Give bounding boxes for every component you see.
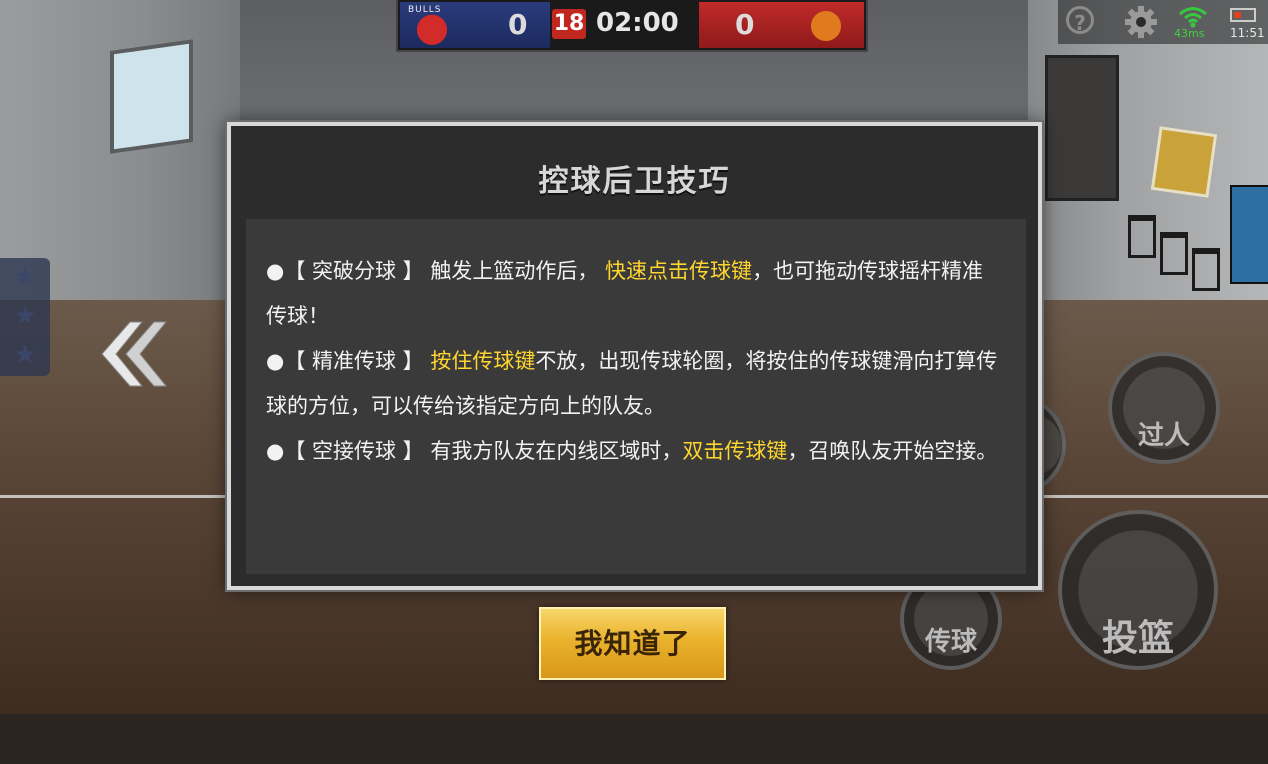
got-it-label: 我知道了	[574, 627, 691, 660]
bullet-icon: ●	[266, 349, 285, 373]
gym-door	[1045, 55, 1119, 201]
away-score: 0	[735, 8, 755, 41]
shot-clock: 18	[552, 9, 586, 39]
difficulty-stars-panel: ★ ★ ★	[0, 258, 50, 376]
tip-name: 【 突破分球 】	[284, 259, 424, 283]
tactics-board	[1150, 126, 1218, 198]
away-team-panel: 0	[699, 2, 864, 48]
tips-dialog: 控球后卫技巧 ●【 突破分球 】 触发上篮动作后， 快速点击传球键，也可拖动传球…	[227, 122, 1042, 590]
game-clock: 02:00	[596, 8, 679, 38]
tip-highlight: 按住传球键	[430, 349, 536, 373]
chair	[1192, 248, 1220, 291]
tip-text: 有我方队友在内线区域时，	[423, 439, 683, 463]
bullet-icon: ●	[266, 439, 285, 463]
scoreboard: BULLS 0 18 02:00 0	[396, 0, 868, 52]
bullet-icon: ●	[266, 259, 285, 283]
tip-item: ●【 突破分球 】 触发上篮动作后， 快速点击传球键，也可拖动传球摇杆精准传球！	[266, 249, 1002, 339]
tip-text: ，召唤队友开始空接。	[787, 439, 998, 463]
got-it-button[interactable]: 我知道了	[539, 607, 726, 680]
tip-name: 【 空接传球 】	[284, 439, 424, 463]
flaming-ball-logo-icon	[802, 7, 850, 45]
breakthrough-label: 过人	[1137, 421, 1190, 451]
tip-name: 【 精准传球 】	[284, 349, 424, 373]
home-team-panel: BULLS 0	[400, 2, 550, 48]
shoot-label: 投篮	[1101, 618, 1174, 659]
chair	[1160, 232, 1188, 275]
system-clock: 11:51	[1230, 26, 1265, 40]
tip-highlight: 快速点击传球键	[598, 259, 753, 283]
gear-icon[interactable]	[1124, 5, 1158, 39]
dialog-title: 控球后卫技巧	[538, 164, 731, 199]
tip-item: ●【 空接传球 】 有我方队友在内线区域时，双击传球键，召唤队友开始空接。	[266, 429, 1002, 474]
bulls-logo-icon: BULLS	[408, 5, 456, 45]
shoot-button[interactable]: 投篮	[1058, 510, 1218, 670]
help-icon[interactable]: ?	[1066, 6, 1094, 35]
status-bar: ? 43ms 11:51	[1058, 0, 1268, 44]
chair	[1128, 215, 1156, 258]
pass-label: 传球	[924, 627, 977, 657]
tip-item: ●【 精准传球 】 按住传球键不放，出现传球轮圈，将按住的传球键滑向打算传球的方…	[266, 339, 1002, 429]
network-ping: 43ms	[1174, 27, 1205, 40]
wifi-signal-icon	[1179, 7, 1207, 28]
gym-window	[110, 39, 193, 154]
battery-level	[1234, 12, 1241, 18]
court-line	[1040, 495, 1268, 498]
tip-text: 触发上篮动作后，	[423, 259, 599, 283]
double-chevron-left-icon[interactable]	[96, 318, 168, 390]
bulls-logo-text: BULLS	[408, 5, 442, 15]
tip-highlight: 双击传球键	[682, 439, 788, 463]
dialog-body: ●【 突破分球 】 触发上篮动作后， 快速点击传球键，也可拖动传球摇杆精准传球！…	[246, 219, 1026, 574]
star-icon: ★	[13, 262, 37, 292]
star-icon: ★	[13, 301, 37, 331]
court-line	[0, 495, 240, 498]
star-icon: ★	[13, 340, 37, 370]
breakthrough-button[interactable]: 过人	[1108, 352, 1220, 464]
battery-icon	[1230, 8, 1256, 22]
home-score: 0	[508, 8, 528, 41]
vending-machine	[1230, 185, 1268, 284]
